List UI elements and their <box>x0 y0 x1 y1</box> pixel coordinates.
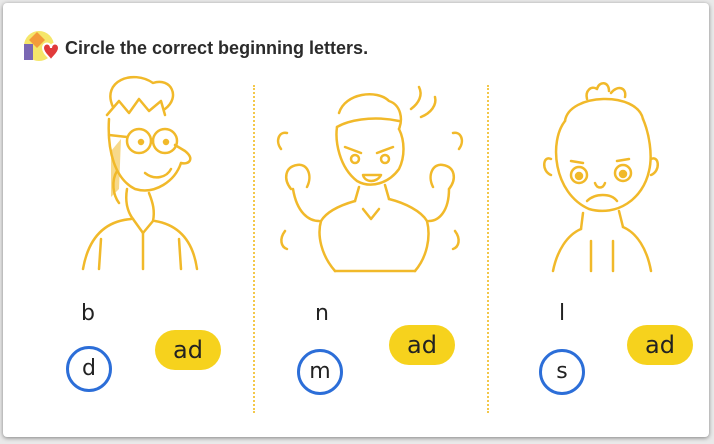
worksheet-card: Circle the correct beginning letters. b … <box>3 3 709 437</box>
bottom-letter[interactable]: d <box>74 354 104 384</box>
nerd-face <box>81 75 199 271</box>
ending-pill: ad <box>627 325 693 365</box>
sad-face <box>543 82 659 273</box>
top-letter[interactable]: l <box>547 299 577 329</box>
bottom-letter[interactable]: s <box>547 357 577 387</box>
top-letter[interactable]: n <box>307 299 337 329</box>
exercise-panel-2: n m ad <box>251 63 487 437</box>
ending-pill: ad <box>155 330 221 370</box>
worksheet-header: Circle the correct beginning letters. <box>3 3 709 63</box>
angry-face <box>276 85 464 273</box>
exercise-panel-3: l s ad <box>487 63 714 437</box>
top-letter[interactable]: b <box>73 299 103 329</box>
exercise-panel-1: b d ad <box>15 63 251 437</box>
heart-badge-icon <box>23 28 71 68</box>
instruction-title: Circle the correct beginning letters. <box>65 38 369 58</box>
ending-pill: ad <box>389 325 455 365</box>
bottom-letter[interactable]: m <box>305 357 335 387</box>
